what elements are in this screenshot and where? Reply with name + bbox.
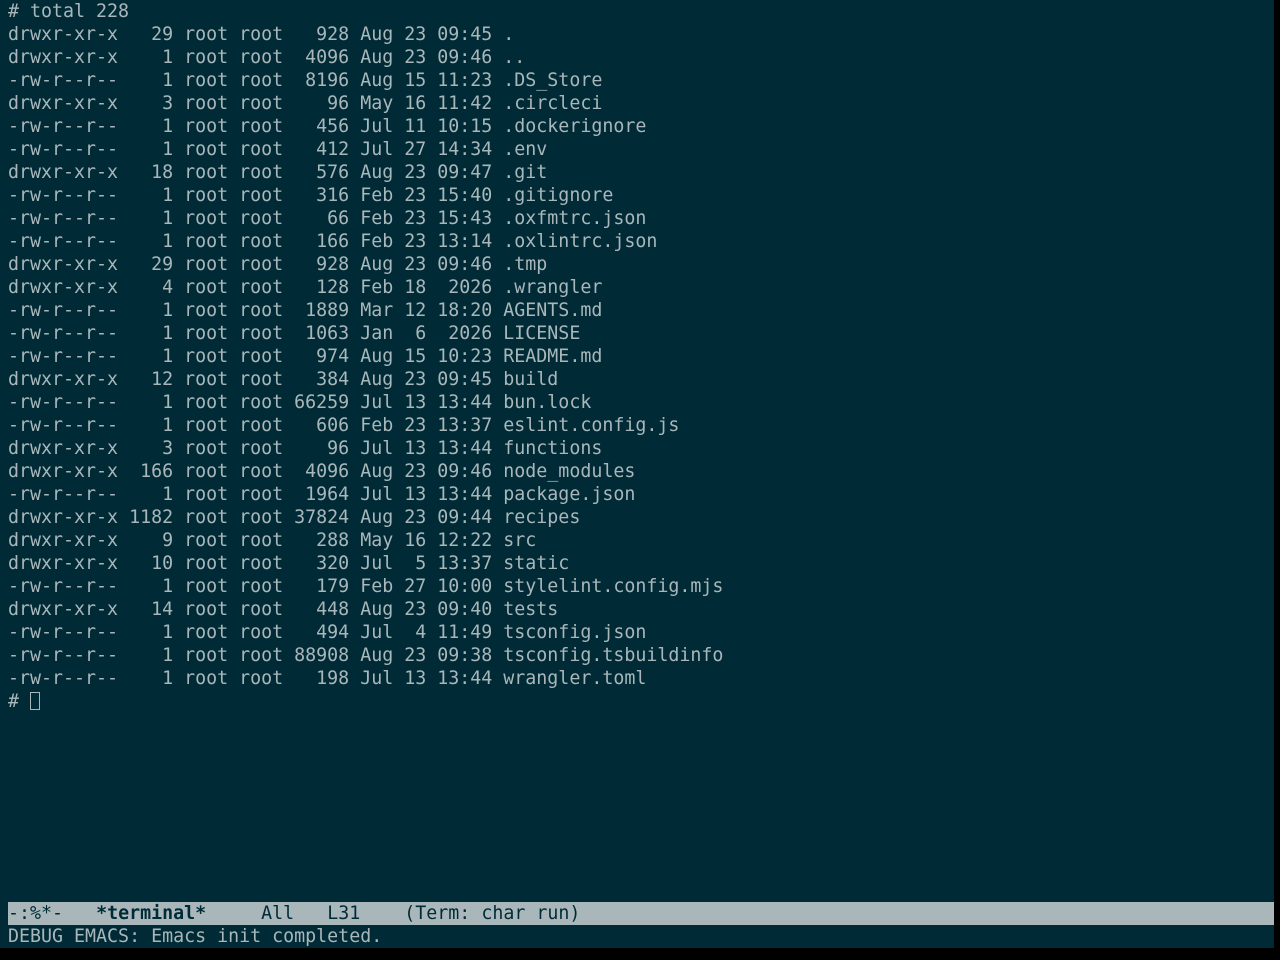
mode-line-position: All xyxy=(261,903,295,924)
mode-line-status: -:%*- xyxy=(8,903,64,924)
prompt-line[interactable]: # xyxy=(8,690,1274,713)
shell-prompt: # xyxy=(8,691,31,712)
listing-row: -rw-r--r-- 1 root root 179 Feb 27 10:00 … xyxy=(8,576,724,597)
listing-row: -rw-r--r-- 1 root root 316 Feb 23 15:40 … xyxy=(8,185,614,206)
listing-row: drwxr-xr-x 10 root root 320 Jul 5 13:37 … xyxy=(8,553,570,574)
listing-row: drwxr-xr-x 1 root root 4096 Aug 23 09:46… xyxy=(8,47,526,68)
listing-row: drwxr-xr-x 3 root root 96 Jul 13 13:44 f… xyxy=(8,438,603,459)
listing-row: -rw-r--r-- 1 root root 198 Jul 13 13:44 … xyxy=(8,668,647,689)
mode-line-major-mode[interactable]: (Term: char run) xyxy=(404,903,580,924)
listing-row: -rw-r--r-- 1 root root 66259 Jul 13 13:4… xyxy=(8,392,592,413)
mode-line-line-number: L31 xyxy=(327,903,361,924)
listing-row: drwxr-xr-x 14 root root 448 Aug 23 09:40… xyxy=(8,599,559,620)
listing-row: -rw-r--r-- 1 root root 166 Feb 23 13:14 … xyxy=(8,231,658,252)
listing-row: -rw-r--r-- 1 root root 494 Jul 4 11:49 t… xyxy=(8,622,647,643)
listing-row: -rw-r--r-- 1 root root 1889 Mar 12 18:20… xyxy=(8,300,603,321)
listing-row: -rw-r--r-- 1 root root 456 Jul 11 10:15 … xyxy=(8,116,647,137)
listing-row: drwxr-xr-x 166 root root 4096 Aug 23 09:… xyxy=(8,461,636,482)
listing-row: drwxr-xr-x 4 root root 128 Feb 18 2026 .… xyxy=(8,277,603,298)
listing-row: drwxr-xr-x 3 root root 96 May 16 11:42 .… xyxy=(8,93,603,114)
listing-row: -rw-r--r-- 1 root root 1964 Jul 13 13:44… xyxy=(8,484,636,505)
listing-row: -rw-r--r-- 1 root root 1063 Jan 6 2026 L… xyxy=(8,323,581,344)
listing-row: drwxr-xr-x 12 root root 384 Aug 23 09:45… xyxy=(8,369,559,390)
listing-row: -rw-r--r-- 1 root root 606 Feb 23 13:37 … xyxy=(8,415,680,436)
echo-area: DEBUG EMACS: Emacs init completed. xyxy=(8,926,383,947)
listing-row: drwxr-xr-x 29 root root 928 Aug 23 09:46… xyxy=(8,254,548,275)
listing-row: -rw-r--r-- 1 root root 66 Feb 23 15:43 .… xyxy=(8,208,647,229)
terminal-header-line: # total 228 xyxy=(8,1,130,22)
listing-row: -rw-r--r-- 1 root root 412 Jul 27 14:34 … xyxy=(8,139,548,160)
mode-line-buffer-name[interactable]: *terminal* xyxy=(96,903,206,924)
listing-row: drwxr-xr-x 18 root root 576 Aug 23 09:47… xyxy=(8,162,548,183)
mode-line: -:%*- *terminal* All L31 (Term: char run… xyxy=(8,902,1274,925)
terminal-buffer[interactable]: # total 228 drwxr-xr-x 29 root root 928 … xyxy=(8,0,1274,901)
directory-listing: drwxr-xr-x 29 root root 928 Aug 23 09:45… xyxy=(8,23,1274,690)
listing-row: -rw-r--r-- 1 root root 88908 Aug 23 09:3… xyxy=(8,645,724,666)
listing-row: drwxr-xr-x 1182 root root 37824 Aug 23 0… xyxy=(8,507,581,528)
text-cursor xyxy=(30,692,41,710)
listing-row: drwxr-xr-x 29 root root 928 Aug 23 09:45… xyxy=(8,24,515,45)
listing-row: -rw-r--r-- 1 root root 974 Aug 15 10:23 … xyxy=(8,346,603,367)
listing-row: -rw-r--r-- 1 root root 8196 Aug 15 11:23… xyxy=(8,70,603,91)
listing-row: drwxr-xr-x 9 root root 288 May 16 12:22 … xyxy=(8,530,537,551)
emacs-frame: # total 228 drwxr-xr-x 29 root root 928 … xyxy=(0,0,1274,948)
